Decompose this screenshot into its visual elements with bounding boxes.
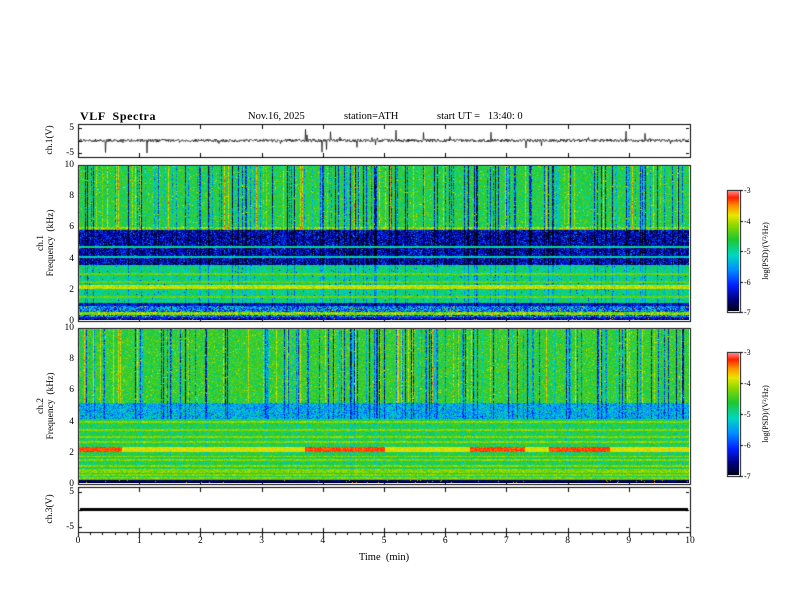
voltage-tick-label: -5 [66,521,74,532]
ch3-voltage-axis-label: ch.3(V) [45,494,55,524]
freq-tick-label: 10 [64,323,75,333]
ch1-spec-frequency-label: Frequency (kHz) [46,209,56,277]
x-tick-label: 2 [198,536,203,546]
ch1-frequency-axis-label: ch.1 Frequency (kHz) [36,209,56,276]
ch1-spec-channel-label: ch.1 [36,234,46,252]
ch1-spectrogram-canvas [79,166,689,320]
vlf-spectra-figure: VLF Spectra Nov.16, 2025 station=ATH sta… [0,0,792,612]
x-tick-label: 1 [136,536,142,546]
freq-tick-label: 2 [69,447,74,458]
ch2-spec-frequency-label: Frequency (kHz) [46,372,56,440]
plot-station: station=ATH [344,111,399,122]
ch2-spectrogram-canvas [79,329,689,483]
colorbar1-axis-label: log(PSD)/(V²/Hz) [761,222,770,280]
freq-tick-label: 2 [69,284,74,295]
ch2-spec-channel-label: ch.2 [36,397,46,415]
plot-start-ut: start UT = 13:40: 0 [437,111,523,122]
voltage-tick-label: 5 [69,487,74,498]
x-tick-label: 3 [259,536,264,546]
freq-tick-label: 6 [69,222,74,233]
colorbar-tick-label: -5 [744,410,751,419]
x-tick-label: 4 [320,536,326,546]
freq-tick-label: 4 [69,253,74,264]
colorbar-tick-label: -7 [744,308,751,317]
freq-tick-label: 10 [64,160,75,170]
colorbar2-axis-label: log(PSD)/(V²/Hz) [761,385,770,443]
plot-date: Nov.16, 2025 [248,111,305,122]
freq-tick-label: 8 [69,354,74,365]
colorbar-tick-label: -5 [744,247,751,256]
voltage-tick-label: 5 [69,122,74,133]
colorbar-tick-label: -4 [744,216,751,226]
x-tick-label: 8 [565,536,570,546]
ch2-frequency-axis-label: ch.2 Frequency (kHz) [36,372,56,439]
voltage-tick-label: -5 [66,148,74,159]
freq-tick-label: 6 [69,385,74,396]
colorbar-tick-label: -3 [744,186,751,195]
colorbar-tick-label: -3 [744,348,751,357]
x-axis-label: Time (min) [358,552,410,563]
freq-tick-label: 4 [69,416,74,427]
colorbar-tick-label: -7 [744,472,751,481]
x-tick-label: 6 [442,536,448,546]
x-tick-label: 0 [75,536,81,546]
colorbar-tick-label: -6 [744,441,751,450]
x-tick-label: 5 [381,536,387,546]
colorbar2-gradient-canvas [728,353,739,475]
x-tick-label: 9 [626,536,632,546]
x-tick-label: 7 [504,536,509,546]
x-tick-label: 10 [685,536,695,546]
plot-title: VLF Spectra [80,109,157,123]
colorbar1-gradient-canvas [728,191,739,311]
ch1-waveform-canvas [79,125,689,156]
ch3-waveform-canvas [79,488,689,531]
colorbar-tick-label: -4 [744,379,751,388]
colorbar-tick-label: -6 [744,277,751,287]
freq-tick-label: 8 [69,191,74,202]
